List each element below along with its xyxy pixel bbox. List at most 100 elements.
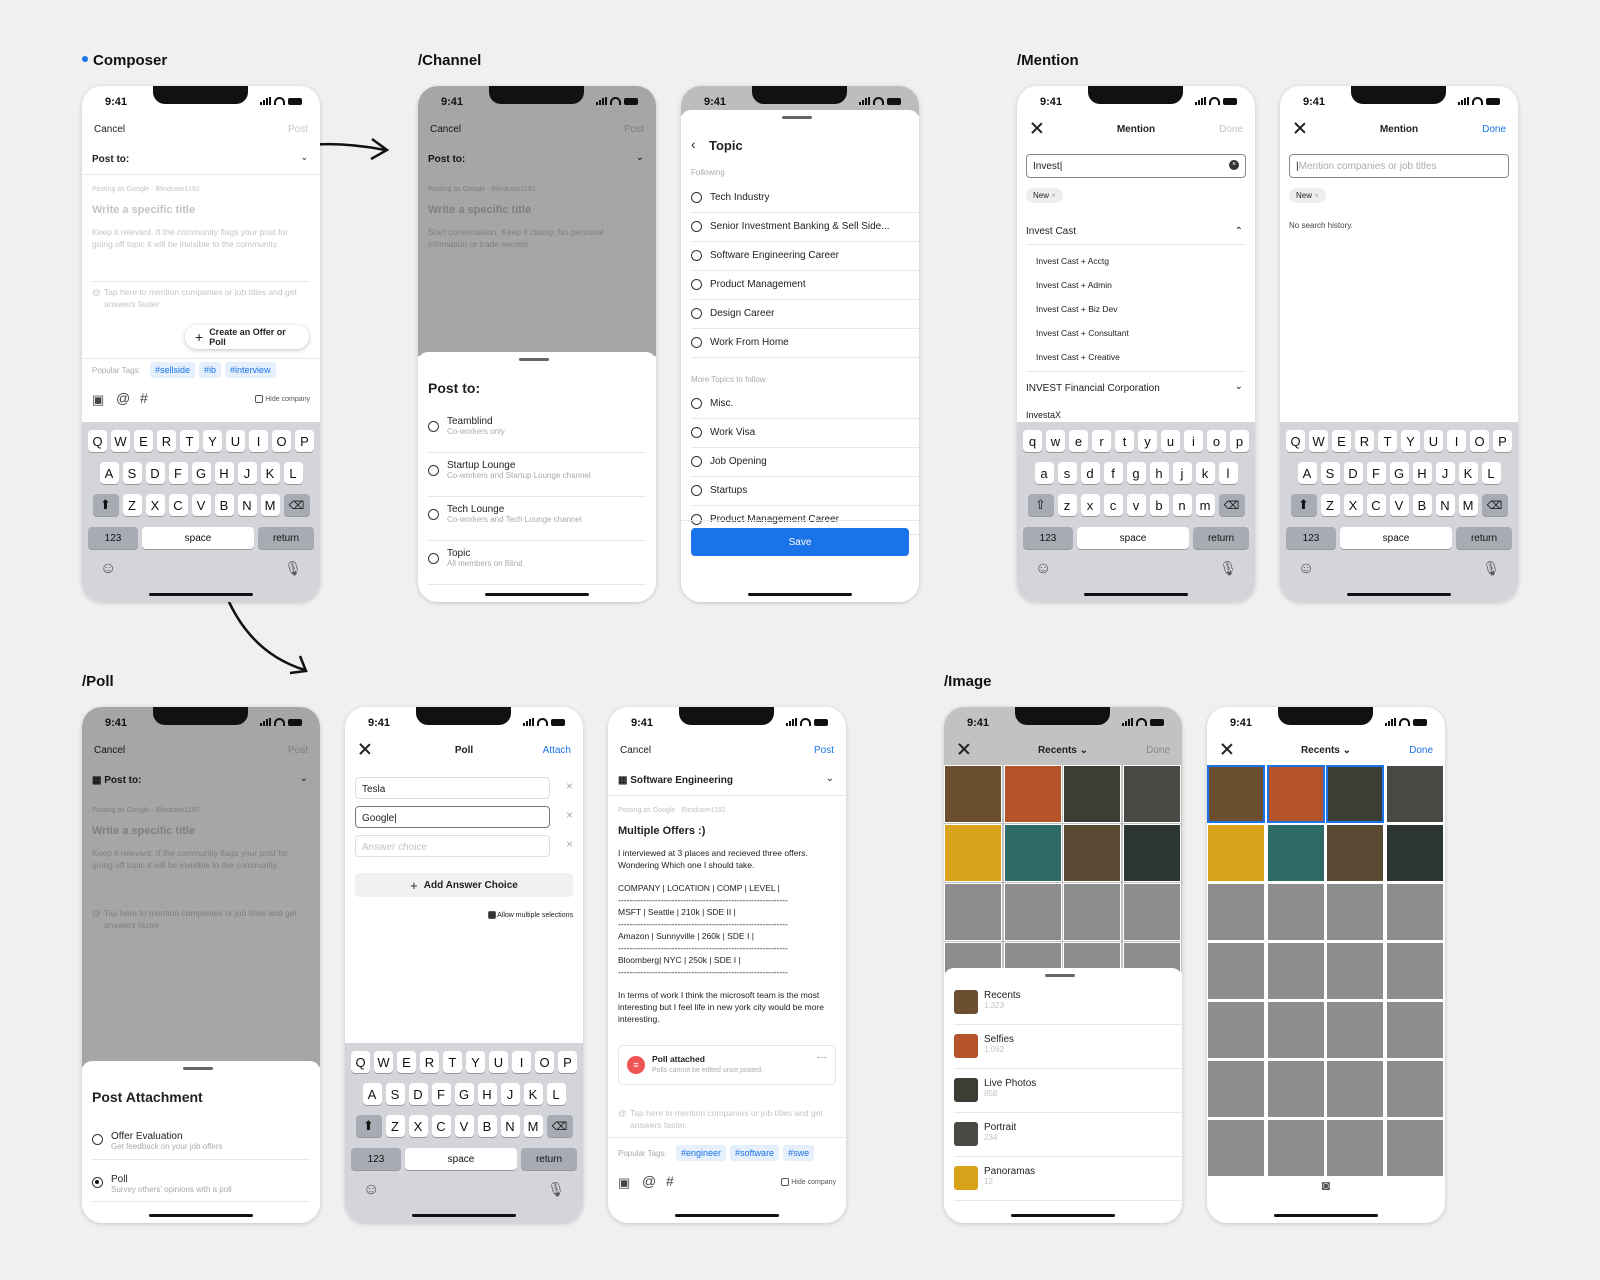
radio-icon[interactable]	[691, 427, 702, 438]
at-sign-icon[interactable]: @	[642, 1173, 656, 1189]
album-item[interactable]: Live Photos 858	[954, 1078, 1172, 1102]
key-l[interactable]: l	[1218, 462, 1238, 484]
photo-thumbnail[interactable]	[1385, 1001, 1444, 1059]
tag[interactable]: #interview	[225, 362, 276, 378]
key-t[interactable]: t	[1115, 430, 1134, 452]
cancel-button[interactable]: Cancel	[620, 745, 651, 756]
chevron-down-icon[interactable]: ⌄	[826, 773, 834, 784]
done-button[interactable]: Done	[1482, 124, 1506, 135]
photo-thumbnail[interactable]	[1266, 1060, 1325, 1118]
key-w[interactable]: w	[1046, 430, 1065, 452]
photo-thumbnail[interactable]	[1385, 765, 1444, 823]
tag[interactable]: #ib	[199, 362, 222, 378]
shift-key[interactable]: ⬆	[355, 1115, 382, 1137]
key-f[interactable]: F	[168, 462, 188, 484]
photo-thumbnail[interactable]	[1385, 883, 1444, 941]
key-z[interactable]: Z	[122, 494, 142, 516]
key-k[interactable]: k	[1195, 462, 1215, 484]
key-o[interactable]: O	[535, 1051, 554, 1073]
checkbox-checked[interactable]	[487, 911, 496, 919]
radio-icon[interactable]	[691, 192, 702, 203]
key-y[interactable]: y	[1138, 430, 1157, 452]
key-l[interactable]: L	[1481, 462, 1501, 484]
topic-item[interactable]: Product Management	[691, 279, 806, 290]
group-invest-cast[interactable]: Invest Cast	[1026, 226, 1076, 237]
return-key[interactable]: return	[1193, 527, 1249, 549]
photo-thumbnail[interactable]	[1122, 765, 1181, 823]
key-t[interactable]: T	[443, 1051, 462, 1073]
answer-choice-1[interactable]: Tesla	[355, 777, 550, 799]
topic-item[interactable]: Software Engineering Career	[691, 250, 839, 261]
photo-thumbnail[interactable]	[1122, 824, 1181, 882]
allow-multiple-toggle[interactable]: Allow multiple selections	[487, 911, 573, 919]
add-answer-choice-button[interactable]: + Add Answer Choice	[355, 873, 573, 897]
mention-input[interactable]: @ Tap here to mention companies or job ti…	[618, 1107, 838, 1131]
photo-thumbnail[interactable]	[1122, 883, 1181, 941]
hashtag-icon[interactable]: #	[666, 1173, 674, 1189]
topic-item[interactable]: Design Career	[691, 308, 774, 319]
key-s[interactable]: s	[1057, 462, 1077, 484]
key-e[interactable]: E	[134, 430, 153, 452]
backspace-key[interactable]: ⌫	[1481, 494, 1508, 516]
key-e[interactable]: E	[397, 1051, 416, 1073]
key-q[interactable]: Q	[1286, 430, 1305, 452]
radio-icon[interactable]	[691, 485, 702, 496]
key-g[interactable]: G	[1389, 462, 1409, 484]
radio-icon[interactable]	[691, 398, 702, 409]
emoji-icon[interactable]: ☺	[100, 560, 116, 578]
return-key[interactable]: return	[258, 527, 314, 549]
numbers-key[interactable]: 123	[88, 527, 138, 549]
key-i[interactable]: I	[1447, 430, 1466, 452]
photo-thumbnail[interactable]	[1385, 942, 1444, 1000]
body-input[interactable]: Keep it relevant. If the community flags…	[92, 226, 307, 250]
space-key[interactable]: space	[1340, 527, 1452, 549]
album-item[interactable]: Recents 1,323	[954, 990, 1172, 1014]
dim-overlay[interactable]	[82, 707, 320, 1067]
microphone-icon[interactable]: 🎙	[547, 1181, 565, 1198]
more-icon[interactable]: ···	[817, 1052, 827, 1063]
key-w[interactable]: W	[1309, 430, 1328, 452]
microphone-icon[interactable]: 🎙	[1219, 560, 1237, 577]
album-item[interactable]: Portrait 234	[954, 1122, 1172, 1146]
photo-thumbnail[interactable]	[1266, 1001, 1325, 1059]
photo-thumbnail[interactable]	[1207, 765, 1265, 823]
key-b[interactable]: B	[1412, 494, 1432, 516]
key-d[interactable]: d	[1080, 462, 1100, 484]
checkbox[interactable]	[255, 395, 264, 403]
photo-thumbnail[interactable]	[1326, 1001, 1384, 1059]
tag[interactable]: #engineer	[676, 1145, 727, 1161]
key-r[interactable]: R	[1355, 430, 1374, 452]
hide-company-toggle[interactable]: Hide company	[781, 1178, 836, 1186]
sheet-handle[interactable]	[183, 1067, 213, 1070]
photo-thumbnail[interactable]	[1326, 942, 1384, 1000]
photo-thumbnail[interactable]	[1266, 1119, 1325, 1177]
done-button[interactable]: Done	[1409, 745, 1433, 756]
key-e[interactable]: E	[1332, 430, 1351, 452]
photo-thumbnail[interactable]	[1326, 1060, 1384, 1118]
photo-thumbnail[interactable]	[944, 883, 1002, 941]
key-v[interactable]: V	[191, 494, 211, 516]
key-k[interactable]: K	[1458, 462, 1478, 484]
remove-choice-icon[interactable]: ×	[566, 808, 573, 822]
key-u[interactable]: U	[226, 430, 245, 452]
key-y[interactable]: Y	[466, 1051, 485, 1073]
key-j[interactable]: J	[500, 1083, 520, 1105]
tag[interactable]: #sellside	[150, 362, 196, 378]
filter-chip[interactable]: New ×	[1026, 188, 1063, 203]
photo-thumbnail[interactable]	[1003, 883, 1062, 941]
key-u[interactable]: U	[1424, 430, 1443, 452]
key-t[interactable]: T	[180, 430, 199, 452]
key-f[interactable]: F	[431, 1083, 451, 1105]
key-x[interactable]: X	[408, 1115, 428, 1137]
remove-choice-icon[interactable]: ×	[566, 837, 573, 851]
post-to-option[interactable]: Teamblind Co-workers only	[428, 416, 646, 436]
numbers-key[interactable]: 123	[351, 1148, 401, 1170]
numbers-key[interactable]: 123	[1286, 527, 1336, 549]
photo-thumbnail[interactable]	[1003, 765, 1062, 823]
sheet-handle[interactable]	[782, 116, 812, 119]
camera-icon[interactable]: ◙	[1207, 1177, 1445, 1193]
chevron-down-icon[interactable]: ⌄	[1235, 381, 1243, 392]
chevron-up-icon[interactable]: ⌃	[1235, 226, 1243, 237]
channel-selector[interactable]: ▦ Software Engineering	[618, 775, 733, 786]
photo-thumbnail[interactable]	[1207, 1119, 1265, 1177]
